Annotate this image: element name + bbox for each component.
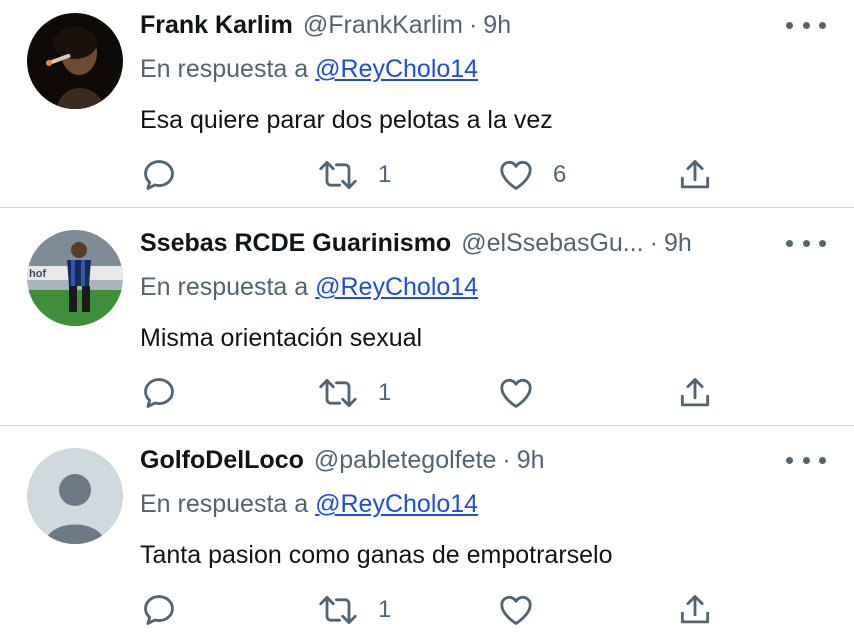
timestamp[interactable]: 9h [517, 440, 545, 480]
tweet-2[interactable]: hof Ssebas RCDE Guarinismo @elSsebasGu..… [0, 223, 854, 423]
author-name[interactable]: Ssebas RCDE Guarinismo [140, 223, 451, 263]
retweet-count: 1 [378, 161, 392, 188]
action-bar: 1 [0, 371, 854, 415]
more-icon[interactable] [786, 450, 826, 470]
like-button[interactable] [497, 371, 535, 415]
heart-icon [500, 378, 532, 408]
timestamp[interactable]: 9h [664, 223, 692, 263]
tweet-1[interactable]: Frank Karlim @FrankKarlim · 9h En respue… [0, 5, 854, 205]
timestamp[interactable]: 9h [483, 5, 511, 45]
action-bar: 1 6 [0, 153, 854, 197]
reply-context: En respuesta a @ReyCholo14 [140, 269, 478, 305]
tweet-text: Tanta pasion como ganas de empotrarselo [140, 541, 613, 569]
like-button[interactable]: 6 [497, 153, 566, 197]
more-icon[interactable] [786, 15, 826, 35]
reply-to-link[interactable]: @ReyCholo14 [315, 55, 478, 83]
avatar[interactable] [27, 448, 123, 544]
reply-prefix: En respuesta a [140, 490, 309, 518]
tweet-header: GolfoDelLoco @pabletegolfete · 9h [140, 440, 545, 480]
retweet-button[interactable]: 1 [316, 371, 391, 415]
author-handle[interactable]: @elSsebasGu... [461, 223, 643, 263]
share-icon [680, 378, 710, 407]
retweet-button[interactable]: 1 [316, 153, 391, 197]
action-bar: 1 [0, 588, 854, 632]
share-icon [680, 595, 710, 624]
reply-context: En respuesta a @ReyCholo14 [140, 486, 478, 522]
reply-button[interactable] [140, 153, 178, 197]
share-button[interactable] [676, 588, 714, 632]
svg-text:hof: hof [29, 268, 46, 280]
reply-icon [144, 160, 174, 190]
author-name[interactable]: Frank Karlim [140, 5, 293, 45]
retweet-icon [319, 596, 357, 624]
share-button[interactable] [676, 371, 714, 415]
retweet-icon [319, 161, 357, 189]
separator: · [468, 11, 478, 39]
tweet-header: Frank Karlim @FrankKarlim · 9h [140, 5, 511, 45]
default-avatar-icon [27, 448, 123, 544]
avatar-photo-icon: hof [27, 230, 123, 326]
reply-prefix: En respuesta a [140, 55, 309, 83]
share-button[interactable] [676, 153, 714, 197]
author-handle[interactable]: @FrankKarlim [303, 5, 463, 45]
reply-button[interactable] [140, 371, 178, 415]
author-name[interactable]: GolfoDelLoco [140, 440, 304, 480]
reply-to-link[interactable]: @ReyCholo14 [315, 273, 478, 301]
reply-prefix: En respuesta a [140, 273, 309, 301]
retweet-count: 1 [378, 379, 392, 406]
more-icon[interactable] [786, 233, 826, 253]
reply-icon [144, 378, 174, 408]
avatar-photo-icon [27, 13, 123, 109]
divider [0, 425, 854, 426]
tweet-text: Misma orientación sexual [140, 324, 423, 352]
reply-to-link[interactable]: @ReyCholo14 [315, 490, 478, 518]
heart-icon [500, 160, 532, 190]
avatar[interactable] [27, 13, 123, 109]
retweet-count: 1 [378, 596, 392, 623]
retweet-icon [319, 379, 357, 407]
reply-button[interactable] [140, 588, 178, 632]
heart-icon [500, 595, 532, 625]
retweet-button[interactable]: 1 [316, 588, 391, 632]
separator: · [502, 446, 511, 474]
reply-icon [144, 595, 174, 625]
share-icon [680, 160, 710, 189]
like-button[interactable] [497, 588, 535, 632]
avatar[interactable]: hof [27, 230, 123, 326]
tweet-3[interactable]: GolfoDelLoco @pabletegolfete · 9h En res… [0, 440, 854, 640]
tweet-header: Ssebas RCDE Guarinismo @elSsebasGu... · … [140, 223, 692, 263]
tweet-text: Esa quiere parar dos pelotas a la vez [140, 106, 553, 134]
reply-context: En respuesta a @ReyCholo14 [140, 51, 478, 87]
divider [0, 207, 854, 208]
like-count: 6 [553, 161, 567, 188]
author-handle[interactable]: @pabletegolfete [314, 440, 496, 480]
separator: · [649, 229, 658, 257]
